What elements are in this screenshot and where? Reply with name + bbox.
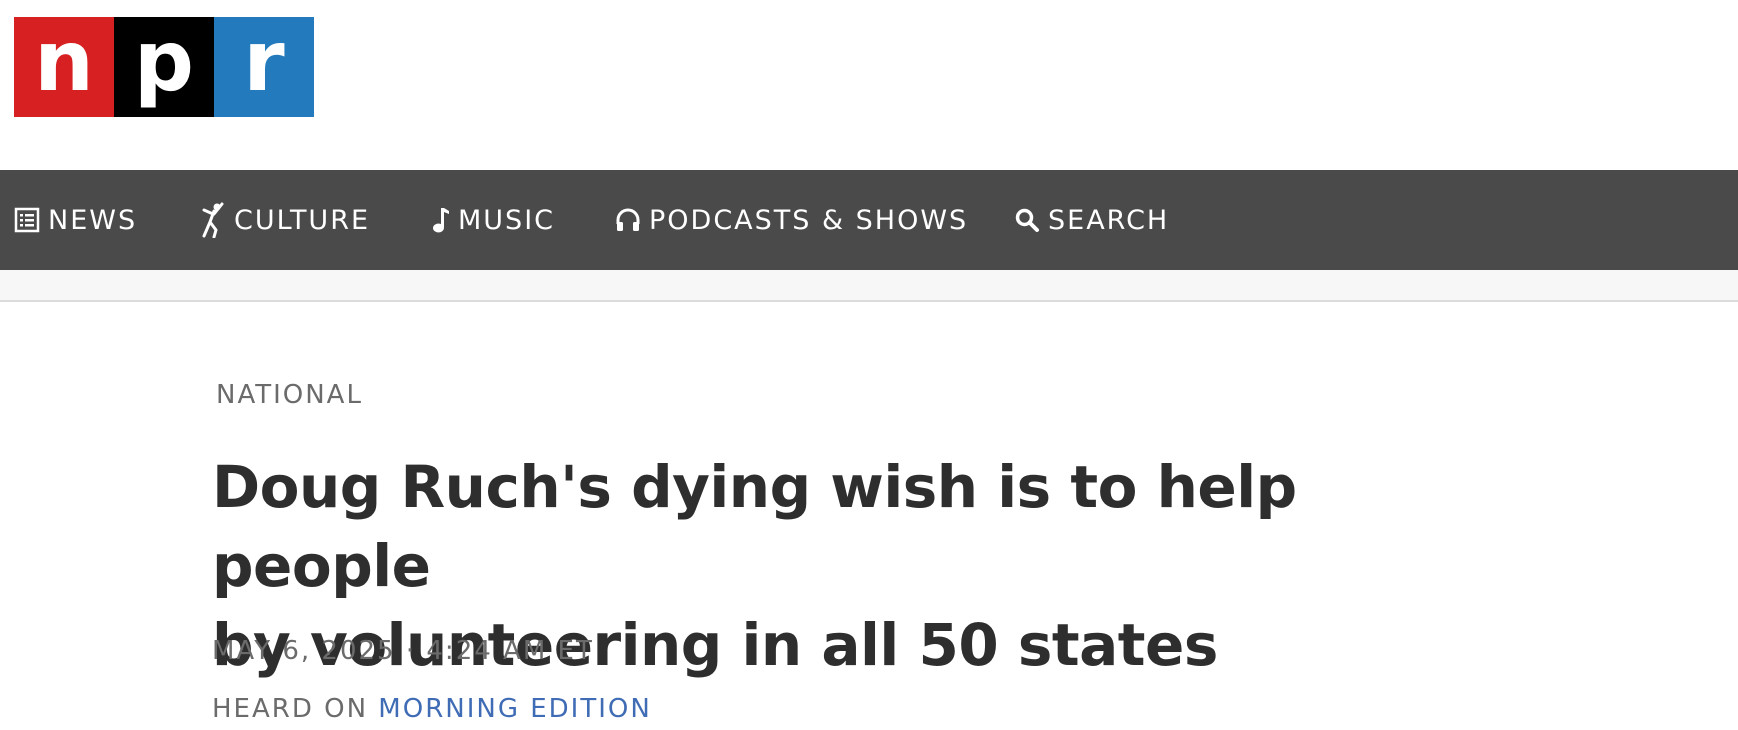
news-list-icon bbox=[14, 207, 40, 233]
nav-item-music[interactable]: MUSIC bbox=[430, 170, 555, 270]
headphones-icon bbox=[616, 208, 640, 231]
site-header: n p r bbox=[0, 0, 1738, 170]
article-date: MAY 6, 2025 bbox=[212, 636, 396, 666]
heard-on-show-link[interactable]: MORNING EDITION bbox=[378, 694, 652, 724]
music-note-icon bbox=[433, 208, 449, 233]
article-category[interactable]: NATIONAL bbox=[216, 380, 363, 410]
main-navigation: NEWS CULTURE MUSIC PODCASTS & SHOWS SEAR… bbox=[0, 170, 1738, 270]
nav-item-search[interactable]: SEARCH bbox=[1014, 170, 1169, 270]
nav-item-podcasts-shows[interactable]: PODCASTS & SHOWS bbox=[615, 170, 968, 270]
nav-label-search: SEARCH bbox=[1048, 204, 1170, 236]
dateline-separator: · bbox=[405, 636, 417, 666]
sub-navigation-bar bbox=[0, 270, 1738, 302]
nav-label-podcasts-shows: PODCASTS & SHOWS bbox=[649, 204, 969, 236]
logo-letter-r: r bbox=[214, 17, 314, 117]
headline-line-1: Doug Ruch's dying wish is to help people bbox=[212, 453, 1297, 600]
npr-logo[interactable]: n p r bbox=[14, 17, 314, 117]
nav-item-culture[interactable]: CULTURE bbox=[200, 170, 370, 270]
nav-label-news: NEWS bbox=[48, 204, 138, 236]
nav-item-news[interactable]: NEWS bbox=[14, 170, 137, 270]
nav-label-culture: CULTURE bbox=[234, 204, 371, 236]
nav-label-music: MUSIC bbox=[458, 204, 556, 236]
logo-letter-n: n bbox=[14, 17, 114, 117]
logo-letter-p: p bbox=[114, 17, 214, 117]
dancer-icon bbox=[202, 202, 224, 238]
heard-on-label: HEARD ON bbox=[212, 694, 369, 724]
article-dateline: MAY 6, 2025 · 4:24 AM ET bbox=[212, 636, 594, 666]
heard-on: HEARD ON MORNING EDITION bbox=[212, 694, 652, 724]
article-time: 4:24 AM ET bbox=[426, 636, 594, 666]
search-icon bbox=[1015, 208, 1039, 232]
